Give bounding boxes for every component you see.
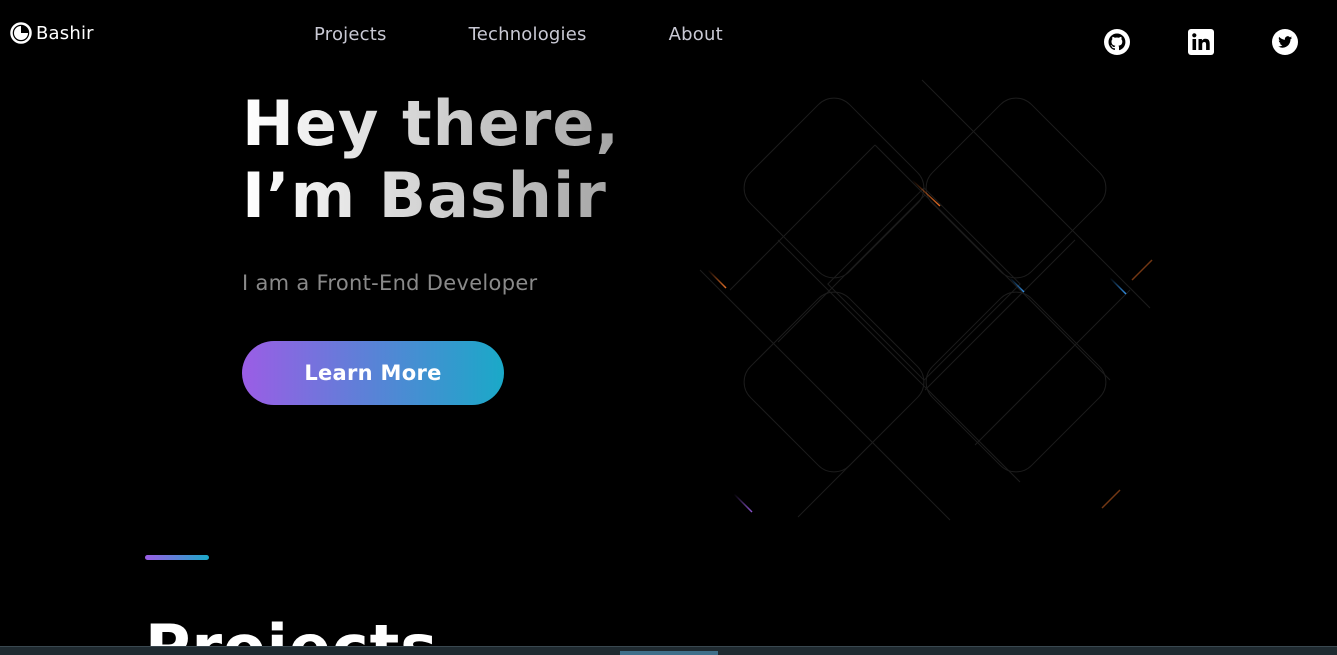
main-nav: Projects Technologies About xyxy=(314,24,723,45)
logo-icon xyxy=(10,22,32,44)
nav-link-about[interactable]: About xyxy=(669,24,723,45)
hero-title-line-1: Hey there, xyxy=(242,87,620,160)
taskbar-active-app[interactable] xyxy=(620,651,718,655)
social-links xyxy=(1103,28,1299,56)
nav-link-projects[interactable]: Projects xyxy=(314,24,387,45)
hero-subtitle: I am a Front-End Developer xyxy=(242,271,538,295)
hero-background-graphic xyxy=(699,79,1153,521)
section-accent-bar xyxy=(145,555,209,560)
hero-title: Hey there, I’m Bashir xyxy=(242,88,662,232)
logo[interactable]: Bashir xyxy=(10,22,94,44)
github-icon[interactable] xyxy=(1103,28,1131,56)
page: Bashir Projects Technologies About Hey t… xyxy=(0,0,1337,655)
twitter-icon[interactable] xyxy=(1271,28,1299,56)
linkedin-icon[interactable] xyxy=(1187,28,1215,56)
nav-link-technologies[interactable]: Technologies xyxy=(469,24,587,45)
logo-text: Bashir xyxy=(36,22,94,44)
taskbar xyxy=(0,646,1337,655)
hero-title-line-2: I’m Bashir xyxy=(242,159,607,232)
learn-more-button[interactable]: Learn More xyxy=(242,341,504,405)
